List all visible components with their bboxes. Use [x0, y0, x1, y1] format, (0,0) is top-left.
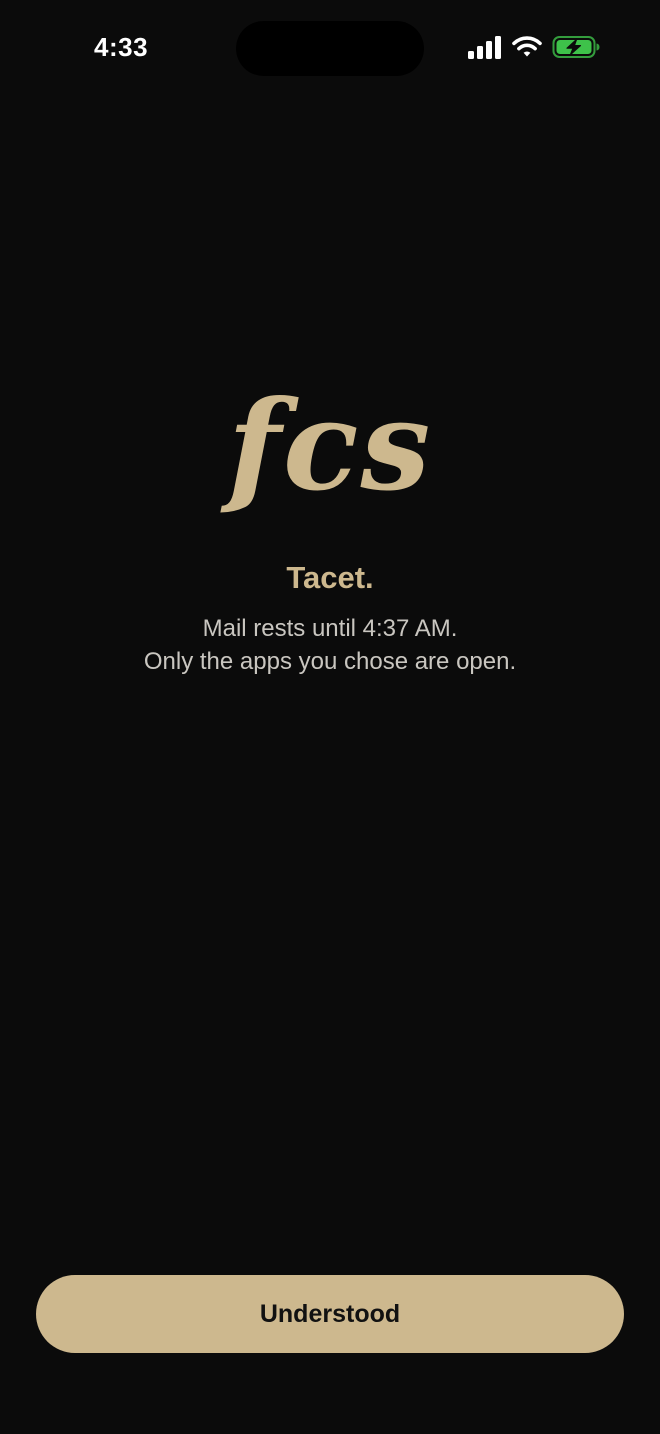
- cellular-signal-icon: [468, 36, 501, 59]
- message-line-2: Only the apps you chose are open.: [143, 648, 517, 675]
- battery-charging-icon: [552, 36, 600, 58]
- status-time: 4:33: [94, 32, 149, 62]
- understood-button[interactable]: Understood: [36, 1275, 624, 1353]
- dynamic-island: [236, 21, 424, 76]
- status-icons: [466, 34, 602, 62]
- app-logo: fcs: [227, 374, 433, 519]
- message-line-1: Mail rests until 4:37 AM.: [202, 615, 458, 642]
- wifi-icon: [512, 36, 542, 57]
- headline: Tacet.: [286, 560, 374, 595]
